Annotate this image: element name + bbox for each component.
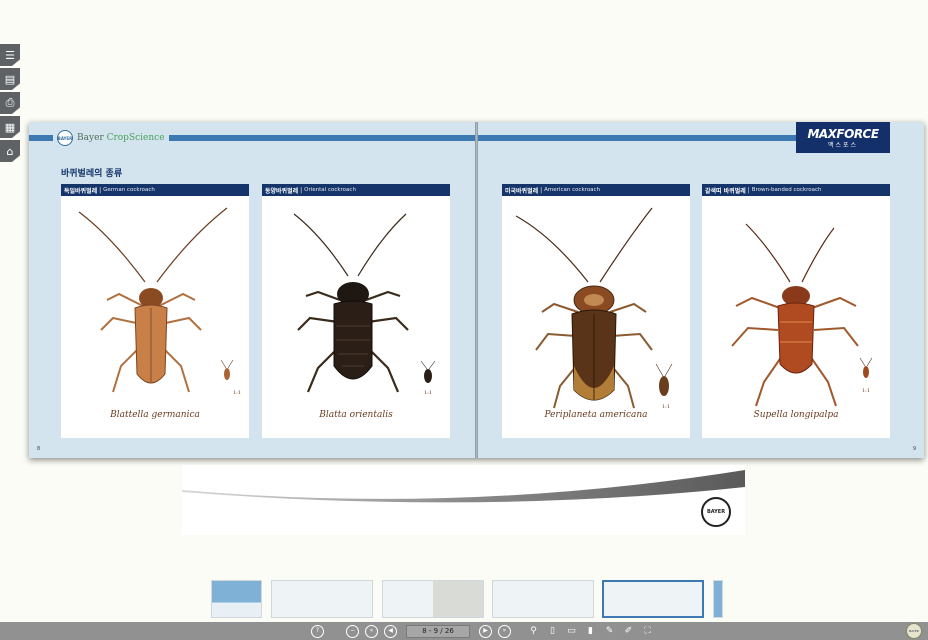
last-page-icon[interactable]: » <box>498 624 511 638</box>
scientific-name: Periplaneta americana <box>544 410 648 420</box>
right-page[interactable]: MAXFORCE 맥스포스 미국바퀴벌레 | American cockroach <box>478 122 924 458</box>
toc-icon[interactable]: ☰ <box>0 44 20 66</box>
oriental-cockroach-illustration: 1:1 <box>293 213 436 396</box>
header-bar <box>478 135 798 141</box>
scientific-name: Blattella germanica <box>110 410 200 420</box>
card-oriental-cockroach: 동양바퀴벌레 | Oriental cockroach 1:1 Blatta o… <box>262 184 450 438</box>
page-number: 9 <box>912 446 916 452</box>
side-tabs: ☰ ▤ ⎙ ▦ ⌂ <box>0 44 20 164</box>
zoom-out-icon[interactable]: − <box>346 624 359 638</box>
first-page-icon[interactable]: « <box>365 624 378 638</box>
page-indicator[interactable]: 8 - 9 / 26 <box>406 624 470 638</box>
bookmark-icon[interactable]: ▮ <box>584 625 597 638</box>
thumbnail-page[interactable] <box>382 580 484 618</box>
card-header: 동양바퀴벌레 | Oriental cockroach <box>262 184 450 196</box>
help-icon[interactable]: ? <box>311 624 324 638</box>
single-page-icon[interactable]: ▯ <box>546 625 559 638</box>
svg-text:1:1: 1:1 <box>233 390 241 396</box>
prev-page-icon[interactable]: ◀ <box>384 624 397 638</box>
bayer-cropscience-logo: BAYER Bayer CropScience <box>53 130 169 146</box>
page-number: 8 <box>37 446 41 452</box>
card-header: 갈색띠 바퀴벌레 | Brown-banded cockroach <box>702 184 890 196</box>
bookmark-icon[interactable]: ▦ <box>0 116 20 138</box>
section-title: 바퀴벌레의 종류 <box>61 169 123 179</box>
profile-icon[interactable]: ⌂ <box>0 140 20 162</box>
bayer-corner-badge: BAYER <box>906 623 922 639</box>
card-american-cockroach: 미국바퀴벌레 | American cockroach 1:1 Periplan… <box>502 184 690 438</box>
book-icon[interactable]: ▤ <box>0 68 20 90</box>
card-header: 미국바퀴벌레 | American cockroach <box>502 184 690 196</box>
search-icon[interactable]: ⚲ <box>527 625 540 638</box>
scientific-name: Supella longipalpa <box>753 410 839 420</box>
left-page[interactable]: BAYER Bayer CropScience 바퀴벌레의 종류 독일바퀴벌레 |… <box>29 122 475 458</box>
print-icon[interactable]: ⎙ <box>0 92 20 114</box>
viewer-toolbar: ? − « ◀ 8 - 9 / 26 ▶ » ⚲ ▯ ▭ ▮ ✎ ✐ ⛶ <box>0 622 928 640</box>
svg-text:1:1: 1:1 <box>862 388 870 394</box>
pen-icon[interactable]: ✐ <box>622 625 635 638</box>
svg-text:1:1: 1:1 <box>424 390 432 396</box>
german-cockroach-illustration: 1:1 <box>78 207 241 396</box>
card-german-cockroach: 독일바퀴벌레 | German cockroach 1:1 Blattella … <box>61 184 249 438</box>
card-brown-banded-cockroach: 갈색띠 바퀴벌레 | Brown-banded cockroach 1:1 Su… <box>702 184 890 438</box>
scientific-name: Blatta orientalis <box>319 410 393 420</box>
brown-banded-cockroach-illustration: 1:1 <box>731 223 873 407</box>
fullscreen-icon[interactable]: ⛶ <box>641 625 654 638</box>
next-page-icon[interactable]: ▶ <box>479 624 492 638</box>
thumbnail-current-page[interactable] <box>602 580 704 618</box>
card-header: 독일바퀴벌레 | German cockroach <box>61 184 249 196</box>
thumbnail-page[interactable] <box>492 580 594 618</box>
maxforce-logo: MAXFORCE 맥스포스 <box>796 122 890 153</box>
thumbnail-page[interactable] <box>713 580 723 618</box>
thumbnail-page[interactable] <box>211 580 262 618</box>
cover-swoosh <box>182 465 745 535</box>
thumbnail-page[interactable] <box>271 580 373 618</box>
american-cockroach-illustration: 1:1 <box>515 207 673 410</box>
bayer-logo: BAYER <box>701 497 731 527</box>
bayer-cross-icon: BAYER <box>57 130 73 146</box>
memo-icon[interactable]: ✎ <box>603 625 616 638</box>
double-page-icon[interactable]: ▭ <box>565 625 578 638</box>
book-spread: BAYER Bayer CropScience 바퀴벌레의 종류 독일바퀴벌레 |… <box>29 122 924 458</box>
